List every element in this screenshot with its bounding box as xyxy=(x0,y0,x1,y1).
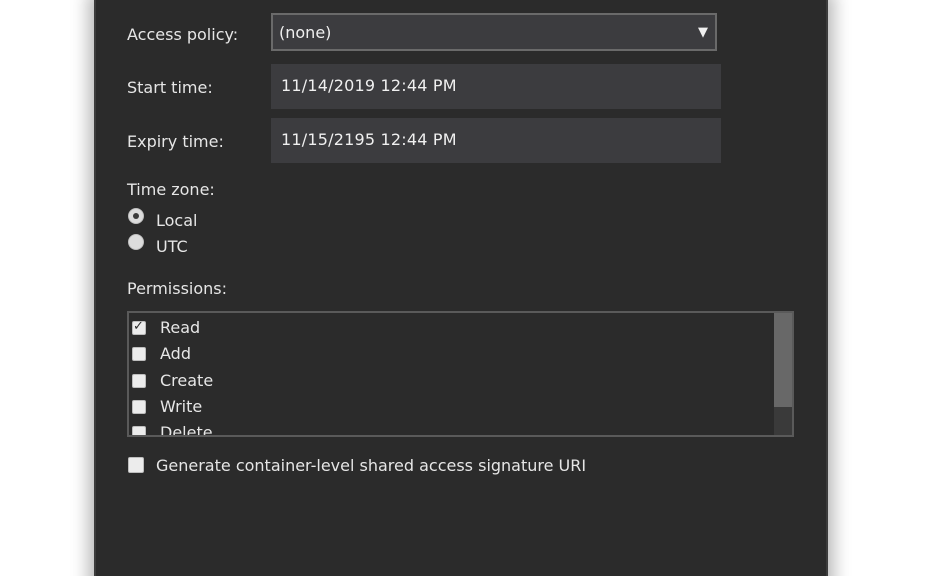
radio-local-label[interactable]: Local xyxy=(156,211,197,231)
permission-label-write: Write xyxy=(160,397,203,416)
access-policy-label: Access policy: xyxy=(127,25,239,44)
container-uri-checkbox[interactable] xyxy=(128,457,144,473)
radio-utc-label[interactable]: UTC xyxy=(156,237,188,257)
permissions-label: Permissions: xyxy=(127,279,228,298)
start-time-field[interactable]: 11/14/2019 12:44 PM xyxy=(271,64,721,109)
access-policy-select[interactable]: (none) ▼ xyxy=(271,13,717,51)
shared-access-signature-dialog: Access policy: (none) ▼ Start time: 11/1… xyxy=(94,0,828,576)
expiry-time-label: Expiry time: xyxy=(127,132,224,151)
permission-checkbox-create[interactable] xyxy=(132,374,146,388)
permissions-list[interactable]: ✓ Read Add Create Write Delete xyxy=(127,311,794,437)
chevron-down-icon: ▼ xyxy=(698,25,708,40)
permission-label-create: Create xyxy=(160,371,214,390)
start-time-value: 11/14/2019 12:44 PM xyxy=(281,76,457,95)
permission-item-create[interactable]: Create xyxy=(129,368,769,394)
radio-local[interactable] xyxy=(128,208,144,224)
permissions-scrollbar[interactable] xyxy=(774,313,792,435)
permission-label-read: Read xyxy=(160,318,201,337)
radio-utc[interactable] xyxy=(128,234,144,250)
permission-item-write[interactable]: Write xyxy=(129,394,769,420)
radio-selected-dot xyxy=(133,213,139,219)
checkmark-icon: ✓ xyxy=(133,319,144,334)
permission-checkbox-add[interactable] xyxy=(132,347,146,361)
screen: Access policy: (none) ▼ Start time: 11/1… xyxy=(0,0,926,576)
permission-label-add: Add xyxy=(160,344,191,363)
permission-checkbox-delete[interactable] xyxy=(132,426,146,435)
container-uri-label[interactable]: Generate container-level shared access s… xyxy=(156,456,586,476)
permissions-scrollbar-thumb[interactable] xyxy=(774,313,792,407)
expiry-time-field[interactable]: 11/15/2195 12:44 PM xyxy=(271,118,721,163)
permission-item-read[interactable]: ✓ Read xyxy=(129,315,769,341)
permission-checkbox-read[interactable]: ✓ xyxy=(132,319,146,335)
time-zone-label: Time zone: xyxy=(127,180,215,199)
access-policy-value: (none) xyxy=(279,23,332,42)
permission-item-delete[interactable]: Delete xyxy=(129,420,769,437)
expiry-time-value: 11/15/2195 12:44 PM xyxy=(281,130,457,149)
permission-label-delete: Delete xyxy=(160,423,213,437)
permission-item-add[interactable]: Add xyxy=(129,341,769,367)
permission-checkbox-write[interactable] xyxy=(132,400,146,414)
start-time-label: Start time: xyxy=(127,78,213,97)
